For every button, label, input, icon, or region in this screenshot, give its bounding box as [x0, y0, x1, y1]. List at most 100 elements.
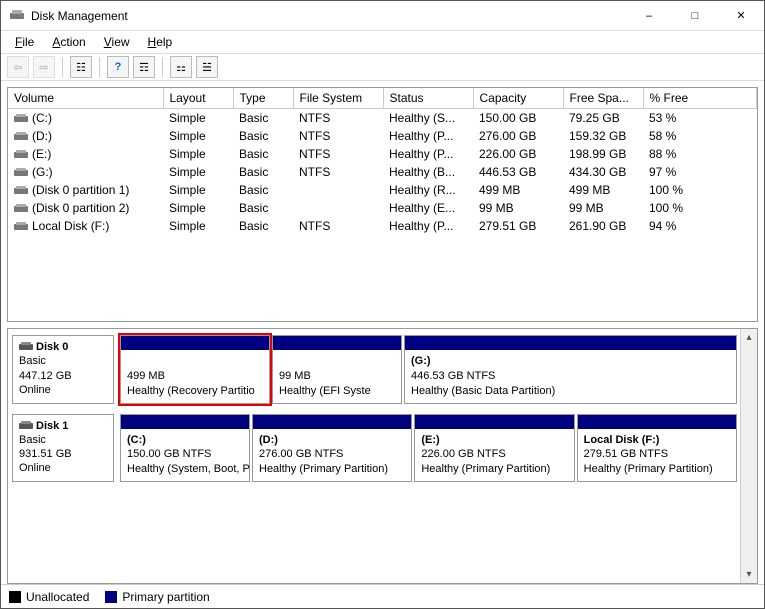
- volume-name: (Disk 0 partition 1): [32, 183, 129, 197]
- volume-icon: [14, 150, 28, 160]
- toolbar-grid-icon[interactable]: ☷: [70, 56, 92, 78]
- menubar: File Action View Help: [1, 31, 764, 53]
- cell-free: 434.30 GB: [563, 163, 643, 181]
- help-icon[interactable]: ?: [107, 56, 129, 78]
- cell-fs: NTFS: [293, 127, 383, 145]
- volume-list[interactable]: Volume Layout Type File System Status Ca…: [7, 87, 758, 322]
- cell-pct: 100 %: [643, 199, 757, 217]
- partition-bar: [253, 415, 411, 429]
- cell-status: Healthy (E...: [383, 199, 473, 217]
- cell-layout: Simple: [163, 127, 233, 145]
- disk-icon: [19, 342, 33, 352]
- partition[interactable]: (E:)226.00 GB NTFSHealthy (Primary Parti…: [414, 414, 574, 483]
- volume-icon: [14, 204, 28, 214]
- partition-label: (D:): [259, 433, 405, 448]
- col-volume[interactable]: Volume: [8, 88, 163, 109]
- volume-icon: [14, 168, 28, 178]
- minimize-button[interactable]: –: [626, 1, 672, 31]
- table-row[interactable]: (G:)SimpleBasicNTFSHealthy (B...446.53 G…: [8, 163, 757, 181]
- close-button[interactable]: ✕: [718, 1, 764, 31]
- table-row[interactable]: Local Disk (F:)SimpleBasicNTFSHealthy (P…: [8, 217, 757, 235]
- titlebar[interactable]: Disk Management – □ ✕: [1, 1, 764, 31]
- column-header-row[interactable]: Volume Layout Type File System Status Ca…: [8, 88, 757, 109]
- legend-unallocated: Unallocated: [9, 590, 89, 604]
- col-layout[interactable]: Layout: [163, 88, 233, 109]
- partition-desc: Healthy (Recovery Partitio: [127, 384, 263, 399]
- cell-layout: Simple: [163, 109, 233, 128]
- cell-capacity: 226.00 GB: [473, 145, 563, 163]
- partition-bar: [121, 336, 269, 350]
- cell-type: Basic: [233, 181, 293, 199]
- col-type[interactable]: Type: [233, 88, 293, 109]
- partition-size: 276.00 GB NTFS: [259, 447, 405, 462]
- partition[interactable]: 499 MBHealthy (Recovery Partitio: [120, 335, 270, 404]
- maximize-button[interactable]: □: [672, 1, 718, 31]
- cell-status: Healthy (P...: [383, 127, 473, 145]
- disk-row: Disk 0Basic447.12 GBOnline 499 MBHealthy…: [12, 335, 737, 404]
- col-status[interactable]: Status: [383, 88, 473, 109]
- disk-header[interactable]: Disk 1Basic931.51 GBOnline: [12, 414, 114, 483]
- cell-fs: NTFS: [293, 109, 383, 128]
- volume-icon: [14, 186, 28, 196]
- cell-status: Healthy (B...: [383, 163, 473, 181]
- cell-pct: 97 %: [643, 163, 757, 181]
- partition-bar: [121, 415, 249, 429]
- legend: Unallocated Primary partition: [1, 584, 764, 608]
- cell-layout: Simple: [163, 181, 233, 199]
- scroll-down-icon[interactable]: ▾: [741, 566, 757, 583]
- menu-help[interactable]: Help: [140, 33, 181, 51]
- toolbar: ⇦ ⇨ ☷ ? ☶ ⚏ ☱: [1, 53, 764, 81]
- partition-size: 446.53 GB NTFS: [411, 369, 730, 384]
- col-free[interactable]: Free Spa...: [563, 88, 643, 109]
- col-capacity[interactable]: Capacity: [473, 88, 563, 109]
- cell-free: 261.90 GB: [563, 217, 643, 235]
- partition[interactable]: (C:)150.00 GB NTFSHealthy (System, Boot,…: [120, 414, 250, 483]
- disk-header[interactable]: Disk 0Basic447.12 GBOnline: [12, 335, 114, 404]
- cell-capacity: 446.53 GB: [473, 163, 563, 181]
- toolbar-list-icon[interactable]: ☶: [133, 56, 155, 78]
- partition-desc: Healthy (Primary Partition): [259, 462, 405, 477]
- cell-pct: 100 %: [643, 181, 757, 199]
- partition-label: (C:): [127, 433, 243, 448]
- partition-size: 499 MB: [127, 369, 263, 384]
- toolbar-refresh-icon[interactable]: ⚏: [170, 56, 192, 78]
- menu-file[interactable]: File: [7, 33, 42, 51]
- partition-desc: Healthy (Primary Partition): [584, 462, 730, 477]
- cell-free: 499 MB: [563, 181, 643, 199]
- cell-fs: [293, 199, 383, 217]
- cell-fs: [293, 181, 383, 199]
- table-row[interactable]: (C:)SimpleBasicNTFSHealthy (S...150.00 G…: [8, 109, 757, 128]
- cell-type: Basic: [233, 199, 293, 217]
- col-fs[interactable]: File System: [293, 88, 383, 109]
- partition-size: 150.00 GB NTFS: [127, 447, 243, 462]
- volume-icon: [14, 222, 28, 232]
- table-row[interactable]: (D:)SimpleBasicNTFSHealthy (P...276.00 G…: [8, 127, 757, 145]
- cell-free: 198.99 GB: [563, 145, 643, 163]
- menu-action[interactable]: Action: [44, 33, 93, 51]
- volume-name: (Disk 0 partition 2): [32, 201, 129, 215]
- cell-status: Healthy (P...: [383, 217, 473, 235]
- cell-fs: NTFS: [293, 145, 383, 163]
- volume-icon: [14, 132, 28, 142]
- scrollbar[interactable]: ▴ ▾: [740, 329, 757, 583]
- menu-view[interactable]: View: [96, 33, 138, 51]
- cell-type: Basic: [233, 217, 293, 235]
- table-row[interactable]: (E:)SimpleBasicNTFSHealthy (P...226.00 G…: [8, 145, 757, 163]
- forward-button[interactable]: ⇨: [33, 56, 55, 78]
- cell-pct: 58 %: [643, 127, 757, 145]
- disk-row: Disk 1Basic931.51 GBOnline(C:)150.00 GB …: [12, 414, 737, 483]
- toolbar-properties-icon[interactable]: ☱: [196, 56, 218, 78]
- cell-layout: Simple: [163, 217, 233, 235]
- table-row[interactable]: (Disk 0 partition 1)SimpleBasicHealthy (…: [8, 181, 757, 199]
- partition[interactable]: 99 MBHealthy (EFI Syste: [272, 335, 402, 404]
- col-pct[interactable]: % Free: [643, 88, 757, 109]
- scroll-up-icon[interactable]: ▴: [741, 329, 757, 346]
- partition[interactable]: (G:)446.53 GB NTFSHealthy (Basic Data Pa…: [404, 335, 737, 404]
- back-button[interactable]: ⇦: [7, 56, 29, 78]
- partition[interactable]: Local Disk (F:)279.51 GB NTFSHealthy (Pr…: [577, 414, 737, 483]
- table-row[interactable]: (Disk 0 partition 2)SimpleBasicHealthy (…: [8, 199, 757, 217]
- cell-type: Basic: [233, 163, 293, 181]
- app-icon: [9, 8, 25, 24]
- partition[interactable]: (D:)276.00 GB NTFSHealthy (Primary Parti…: [252, 414, 412, 483]
- partition-desc: Healthy (EFI Syste: [279, 384, 395, 399]
